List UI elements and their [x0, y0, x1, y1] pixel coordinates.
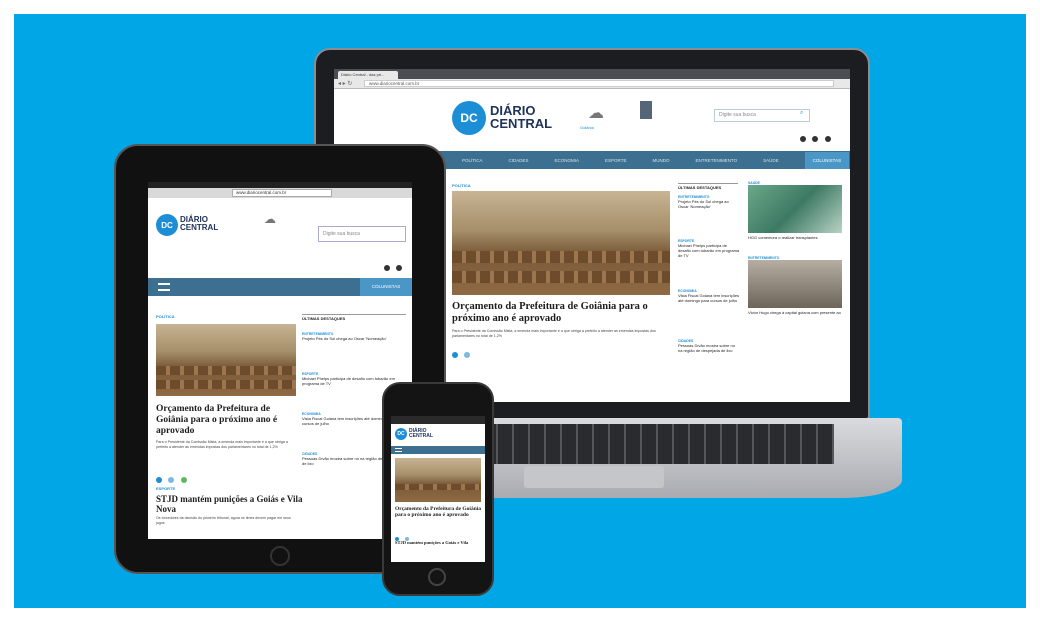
phone-logo-text[interactable]: DIÁRIO CENTRAL: [409, 429, 433, 439]
phone-home-button[interactable]: [428, 568, 446, 586]
right-item-photo[interactable]: [748, 185, 842, 233]
main-headline[interactable]: Orçamento da Prefeitura de Goiânia para …: [452, 301, 672, 325]
share-twitter-icon[interactable]: [464, 352, 471, 358]
share-twitter-icon[interactable]: [168, 477, 175, 483]
tablet-logo-text[interactable]: DIÁRIO CENTRAL: [180, 216, 218, 232]
tablet-weather-icon: ☁: [264, 212, 276, 226]
nav-entretenimento[interactable]: ENTRETENIMENTO: [695, 158, 737, 163]
logo-icon[interactable]: DC: [452, 101, 486, 135]
share-icons: [452, 345, 472, 363]
side-item[interactable]: ENTRETENIMENTO Projeto Pés do Sol chega …: [302, 332, 406, 372]
phone-main-headline[interactable]: Orçamento da Prefeitura de Goiânia para …: [395, 506, 483, 518]
tablet-main-summary: Para o Presidente da Comissão Mista, a e…: [156, 440, 288, 449]
tablet-screen: www.diariocentral.com.br DC DIÁRIO CENTR…: [148, 182, 412, 539]
hamburger-icon[interactable]: [395, 448, 402, 452]
search-icon[interactable]: ⌕: [800, 110, 803, 117]
tablet-address-bar[interactable]: www.diariocentral.com.br: [232, 189, 332, 197]
logo-text[interactable]: DIÁRIO CENTRAL: [490, 104, 552, 130]
nav-saude[interactable]: SAÚDE: [763, 158, 779, 163]
nav-esporte[interactable]: ESPORTE: [605, 158, 626, 163]
print-edition-thumb[interactable]: [640, 101, 652, 119]
tablet-social-icons: [384, 258, 404, 276]
nav-economia[interactable]: ECONOMIA: [555, 158, 580, 163]
right-item-text[interactable]: Victor Hugo chega à capital goiana com p…: [748, 310, 842, 315]
laptop-trackpad: [524, 466, 664, 488]
address-bar[interactable]: www.diariocentral.com.br: [364, 80, 834, 87]
twitter-icon[interactable]: [396, 265, 403, 271]
share-whatsapp-icon[interactable]: [180, 477, 187, 483]
side-item[interactable]: ESPORTE Michael Phelps participa de desa…: [678, 239, 740, 289]
right-item-text[interactable]: HGG comemora o realizar transplantes: [748, 235, 842, 240]
back-forward-icon[interactable]: ◂ ▸ ↻: [338, 80, 352, 87]
side-item-text: Pessoas Dívão mostra sobre no na região …: [678, 343, 735, 353]
tablet-browser-toolbar: www.diariocentral.com.br: [148, 188, 412, 198]
tablet-logo-icon[interactable]: DC: [156, 214, 178, 236]
tablet-main-headline[interactable]: Orçamento da Prefeitura de Goiânia para …: [156, 404, 296, 437]
side-list: ENTRETENIMENTO Projeto Pés do Sol chega …: [678, 195, 740, 369]
side-item[interactable]: CIDADES Pessoas Dívão mostra sobre no na…: [678, 339, 740, 369]
social-icons: [800, 129, 833, 147]
tablet-main-photo[interactable]: [156, 324, 296, 396]
weather-text: Goiânia: [580, 125, 594, 130]
share-facebook-icon[interactable]: [156, 477, 162, 483]
tablet-logo-line2: CENTRAL: [180, 223, 219, 232]
side-item[interactable]: ECONOMIA Vista Fiscal Goiana tem inscriç…: [678, 289, 740, 339]
side-title: ÚLTIMAS DESTAQUES: [678, 183, 738, 190]
logo-line2: CENTRAL: [490, 116, 553, 131]
search-input[interactable]: Digite sua busca: [714, 109, 810, 122]
browser-tab[interactable]: Diário Central - das pri...: [338, 71, 398, 79]
side-item-text: Michael Phelps participa de desafio com …: [678, 243, 740, 258]
main-summary: Para o Presidente da Comissão Mista, a e…: [452, 329, 656, 338]
tablet-side-title: ÚLTIMAS DESTAQUES: [302, 314, 406, 321]
side-item-text: Vista Fiscal Goiana tem inscrições até d…: [678, 293, 740, 303]
nav-mundo[interactable]: MUNDO: [652, 158, 669, 163]
phone-second-headline[interactable]: STJD mantém punições a Goiás e Vila: [395, 540, 483, 545]
nav-politica[interactable]: POLÍTICA: [462, 158, 483, 163]
tablet-second-headline[interactable]: STJD mantém punições a Goiás e Vila Nova: [156, 494, 306, 514]
hero-background: Diário Central - das pri... ◂ ▸ ↻ www.di…: [14, 14, 1026, 608]
tablet-nav-colunistas[interactable]: COLUNISTAS: [360, 278, 412, 296]
nav-colunistas[interactable]: COLUNISTAS: [804, 151, 850, 169]
browser-toolbar: ◂ ▸ ↻ www.diariocentral.com.br: [334, 79, 850, 89]
tablet-home-button[interactable]: [270, 546, 290, 566]
weather-icon: ☁: [588, 105, 604, 122]
phone-main-photo[interactable]: [395, 458, 481, 502]
phone-statusbar: [391, 416, 485, 424]
tablet-search-input[interactable]: Digite sua busca: [318, 226, 406, 242]
phone-nav: [391, 446, 485, 454]
browser-tabbar: Diário Central - das pri...: [334, 69, 850, 79]
right-item-photo[interactable]: [748, 260, 842, 308]
phone-logo-icon[interactable]: DC: [395, 428, 407, 440]
main-article-photo[interactable]: [452, 191, 670, 295]
side-item-text: Projeto Pés do Sol chega ao Oscar 'Nomea…: [302, 336, 387, 341]
facebook-icon[interactable]: [800, 136, 806, 142]
hamburger-icon[interactable]: [158, 283, 170, 291]
right-column: SAÚDE HGG comemora o realizar transplant…: [748, 181, 842, 315]
tablet-main-category[interactable]: POLÍTICA: [156, 314, 175, 319]
tablet-second-summary: Os torcedores da decisão do primeiro tri…: [156, 516, 291, 525]
main-category[interactable]: POLÍTICA: [452, 183, 471, 188]
side-item-text: Projeto Pés do Sol chega ao Oscar 'Nomea…: [678, 199, 729, 209]
nav-cidades[interactable]: CIDADES: [509, 158, 529, 163]
tablet-second-category[interactable]: ESPORTE: [156, 486, 175, 491]
phone-screen: DC DIÁRIO CENTRAL Orçamento da Prefeitur…: [391, 416, 485, 562]
side-item[interactable]: ENTRETENIMENTO Projeto Pés do Sol chega …: [678, 195, 740, 239]
instagram-icon[interactable]: [824, 136, 831, 142]
share-facebook-icon[interactable]: [452, 352, 458, 358]
twitter-icon[interactable]: [812, 136, 819, 142]
tablet-nav: COLUNISTAS: [148, 278, 412, 296]
facebook-icon[interactable]: [384, 265, 390, 271]
phone-logo-line2: CENTRAL: [409, 433, 433, 439]
